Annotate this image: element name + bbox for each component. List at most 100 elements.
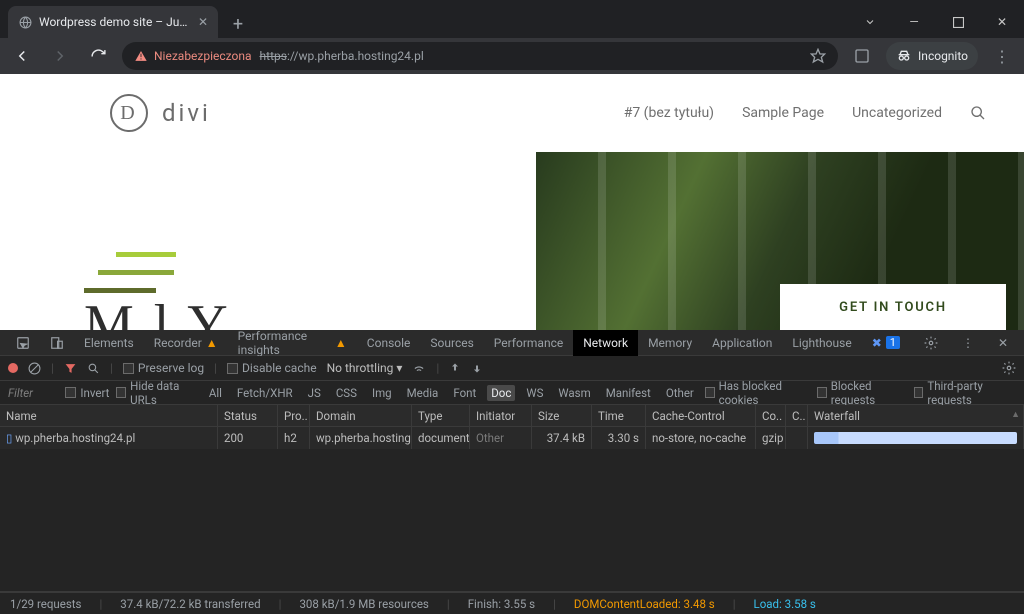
inspect-element-icon[interactable] xyxy=(6,330,40,356)
browser-tab[interactable]: Wordpress demo site – Just anot ✕ xyxy=(8,6,218,38)
request-row-c xyxy=(786,427,808,449)
tab-network[interactable]: Network xyxy=(573,330,638,356)
devtools-settings-icon[interactable] xyxy=(914,330,948,356)
filter-type-other[interactable]: Other xyxy=(662,385,698,401)
status-requests: 1/29 requests xyxy=(10,597,81,611)
tab-application[interactable]: Application xyxy=(702,330,782,356)
close-tab-icon[interactable]: ✕ xyxy=(198,15,208,29)
blocked-requests-checkbox[interactable]: Blocked requests xyxy=(817,379,907,407)
bookmark-icon[interactable] xyxy=(810,48,826,64)
filter-type-img[interactable]: Img xyxy=(368,385,396,401)
filter-type-all[interactable]: All xyxy=(205,385,226,401)
not-secure-warning: Niezabezpieczona xyxy=(134,49,252,63)
hide-data-urls-checkbox[interactable]: Hide data URLs xyxy=(116,379,197,407)
reload-button[interactable] xyxy=(84,42,112,70)
hero-headline: M l Y xyxy=(84,293,231,330)
nav-item[interactable]: Uncategorized xyxy=(852,105,942,121)
col-type[interactable]: Type xyxy=(412,405,470,427)
tab-recorder[interactable]: Recorder▲ xyxy=(144,330,228,356)
window-caret-down-icon[interactable] xyxy=(848,6,892,38)
request-row-cache: no-store, no-cache xyxy=(646,427,756,449)
tab-lighthouse[interactable]: Lighthouse xyxy=(782,330,861,356)
third-party-checkbox[interactable]: Third-party requests xyxy=(914,379,1016,407)
filter-icon[interactable] xyxy=(64,362,77,375)
chrome-menu-button[interactable]: ⋮ xyxy=(988,42,1016,70)
preserve-log-checkbox[interactable]: Preserve log xyxy=(123,361,204,375)
back-button[interactable] xyxy=(8,42,36,70)
col-name[interactable]: Name xyxy=(0,405,218,427)
incognito-badge[interactable]: Incognito xyxy=(886,42,978,70)
tab-performance[interactable]: Performance xyxy=(484,330,573,356)
browser-tab-strip: Wordpress demo site – Just anot ✕ + ― ✕ xyxy=(0,0,1024,38)
status-resources: 308 kB/1.9 MB resources xyxy=(299,597,428,611)
invert-checkbox[interactable]: Invert xyxy=(65,386,109,400)
globe-icon xyxy=(18,15,32,29)
has-blocked-cookies-checkbox[interactable]: Has blocked cookies xyxy=(705,379,810,407)
col-protocol[interactable]: Pro.. xyxy=(278,405,310,427)
filter-type-manifest[interactable]: Manifest xyxy=(602,385,655,401)
request-row-type: document xyxy=(412,427,470,449)
network-settings-icon[interactable] xyxy=(1002,361,1016,375)
device-toggle-icon[interactable] xyxy=(40,330,74,356)
tab-console[interactable]: Console xyxy=(357,330,421,356)
filter-type-wasm[interactable]: Wasm xyxy=(554,385,594,401)
filter-type-js[interactable]: JS xyxy=(304,385,325,401)
search-icon[interactable] xyxy=(970,105,986,121)
devtools-close-icon[interactable]: ✕ xyxy=(988,330,1018,356)
record-button[interactable] xyxy=(8,363,18,373)
site-logo[interactable]: D divi xyxy=(110,94,211,132)
clear-icon[interactable] xyxy=(28,362,41,375)
window-controls: ― ✕ xyxy=(848,6,1024,38)
tab-performance-insights[interactable]: Performance insights▲ xyxy=(228,330,357,356)
tab-memory[interactable]: Memory xyxy=(638,330,702,356)
filter-type-media[interactable]: Media xyxy=(403,385,443,401)
filter-type-fetch[interactable]: Fetch/XHR xyxy=(233,385,297,401)
incognito-icon xyxy=(896,48,912,64)
tab-elements[interactable]: Elements xyxy=(74,330,144,356)
col-c[interactable]: C.. xyxy=(786,405,808,427)
filter-type-font[interactable]: Font xyxy=(449,385,480,401)
wifi-icon[interactable] xyxy=(412,361,426,375)
filter-type-ws[interactable]: WS xyxy=(522,385,547,401)
site-header: D divi #7 (bez tytułu) Sample Page Uncat… xyxy=(0,74,1024,152)
col-status[interactable]: Status xyxy=(218,405,278,427)
network-filter-bar: Filter Invert Hide data URLs All Fetch/X… xyxy=(0,381,1024,405)
maximize-button[interactable] xyxy=(936,6,980,38)
throttling-select[interactable]: No throttling ▾ xyxy=(327,361,403,375)
request-row-name[interactable]: ▯ wp.pherba.hosting24.pl xyxy=(0,427,218,449)
devtools-panel: Elements Recorder▲ Performance insights▲… xyxy=(0,330,1024,614)
filter-type-css[interactable]: CSS xyxy=(332,385,361,401)
close-window-button[interactable]: ✕ xyxy=(980,6,1024,38)
col-cache[interactable]: Cache-Control xyxy=(646,405,756,427)
col-domain[interactable]: Domain xyxy=(310,405,412,427)
col-initiator[interactable]: Initiator xyxy=(470,405,532,427)
col-size[interactable]: Size xyxy=(532,405,592,427)
extensions-icon[interactable] xyxy=(848,42,876,70)
search-icon[interactable] xyxy=(87,362,100,375)
site-nav: #7 (bez tytułu) Sample Page Uncategorize… xyxy=(624,105,986,121)
col-encoding[interactable]: Co.. xyxy=(756,405,786,427)
devtools-kebab-icon[interactable]: ⋮ xyxy=(952,330,984,356)
col-waterfall[interactable]: Waterfall xyxy=(808,405,1024,427)
filter-type-doc[interactable]: Doc xyxy=(487,385,515,401)
minimize-button[interactable]: ― xyxy=(892,6,936,38)
new-tab-button[interactable]: + xyxy=(224,10,252,38)
disable-cache-checkbox[interactable]: Disable cache xyxy=(227,361,317,375)
upload-har-icon[interactable] xyxy=(449,362,461,374)
warning-icon xyxy=(134,49,148,63)
logo-text: divi xyxy=(162,99,211,127)
forward-button[interactable] xyxy=(46,42,74,70)
nav-item[interactable]: #7 (bez tytułu) xyxy=(624,105,714,121)
get-in-touch-button[interactable]: GET IN TOUCH xyxy=(780,284,1006,330)
tab-title-text: Wordpress demo site – Just anot xyxy=(39,15,191,29)
request-row-encoding: gzip xyxy=(756,427,786,449)
url-field[interactable]: Niezabezpieczona https://wp.pherba.hosti… xyxy=(122,42,838,70)
filter-input[interactable]: Filter xyxy=(8,386,58,400)
tab-sources[interactable]: Sources xyxy=(420,330,483,356)
nav-item[interactable]: Sample Page xyxy=(742,105,824,121)
download-har-icon[interactable] xyxy=(471,362,483,374)
col-time[interactable]: Time xyxy=(592,405,646,427)
hero-decor-bars xyxy=(84,252,176,293)
page-viewport: D divi #7 (bez tytułu) Sample Page Uncat… xyxy=(0,74,1024,330)
errors-badge[interactable]: ✖1 xyxy=(862,330,910,356)
